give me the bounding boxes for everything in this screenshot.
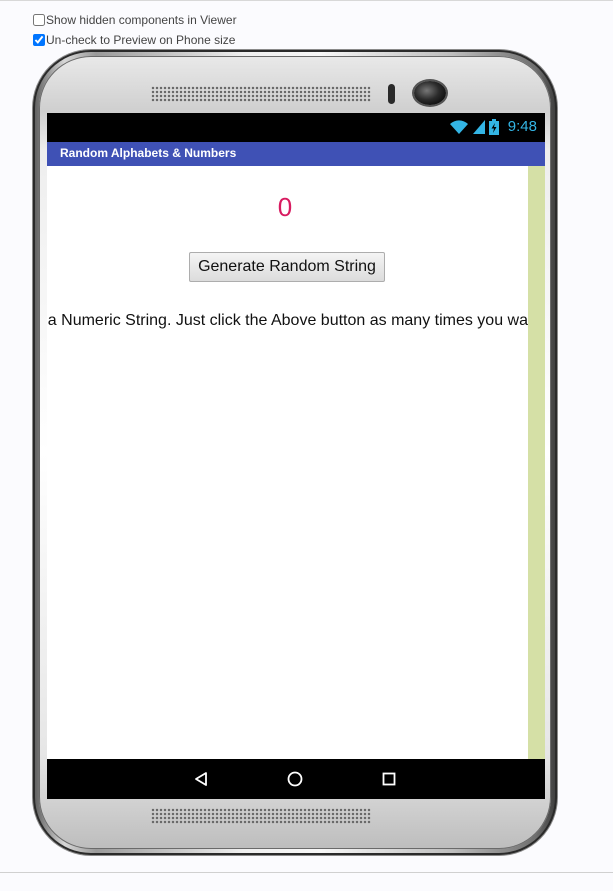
top-divider <box>0 0 613 1</box>
show-hidden-checkbox[interactable] <box>33 14 45 26</box>
status-time: 9:48 <box>507 118 537 135</box>
description-label: ha Numeric String. Just click the Above … <box>47 312 528 329</box>
back-button[interactable] <box>190 768 212 790</box>
status-bar: 9:48 <box>47 113 545 142</box>
preview-phone-option[interactable]: Un-check to Preview on Phone size <box>33 33 235 47</box>
recents-icon <box>382 772 396 786</box>
home-button[interactable] <box>284 768 306 790</box>
signal-icon <box>472 119 485 134</box>
battery-charging-icon <box>488 118 499 135</box>
preview-phone-label: Un-check to Preview on Phone size <box>46 33 236 47</box>
navigation-bar <box>47 759 545 799</box>
wifi-icon <box>449 119 468 134</box>
front-camera <box>414 81 446 105</box>
status-icons: 9:48 <box>449 118 537 135</box>
home-icon <box>287 771 303 787</box>
app-title: Random Alphabets & Numbers <box>60 146 237 160</box>
app-title-bar: Random Alphabets & Numbers <box>47 142 545 166</box>
counter-label: 0 <box>277 192 293 222</box>
preview-phone-checkbox[interactable] <box>33 34 45 46</box>
bottom-speaker-grille <box>151 808 371 824</box>
recents-button[interactable] <box>378 768 400 790</box>
proximity-sensor <box>388 84 395 104</box>
generate-random-string-button[interactable]: Generate Random String <box>189 252 385 282</box>
show-hidden-label: Show hidden components in Viewer <box>46 13 237 27</box>
top-speaker-grille <box>151 86 371 102</box>
show-hidden-option[interactable]: Show hidden components in Viewer <box>33 13 237 27</box>
app-content: 0 Generate Random String ha Numeric Stri… <box>47 166 528 759</box>
phone-screen: 9:48 Random Alphabets & Numbers 0 Genera… <box>47 113 545 799</box>
back-icon <box>195 772 207 786</box>
side-strip <box>528 166 545 759</box>
bottom-divider <box>0 872 613 873</box>
